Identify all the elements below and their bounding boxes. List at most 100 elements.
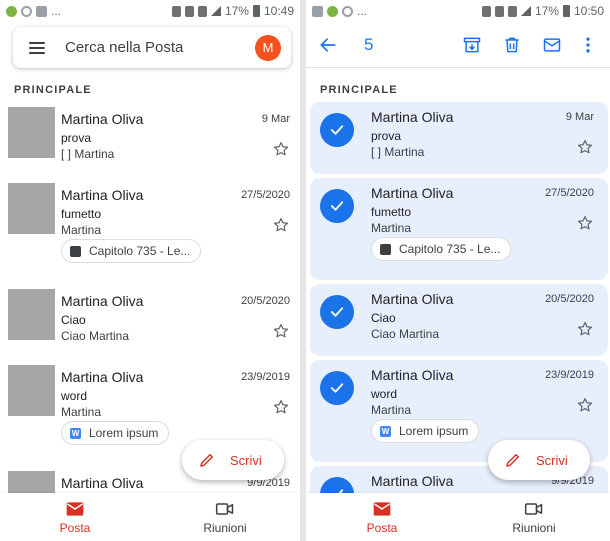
- more-vert-icon[interactable]: [578, 35, 598, 55]
- message-snippet: Ciao Martina: [371, 327, 440, 341]
- message-subject: word: [371, 387, 398, 401]
- battery-icon: [562, 5, 570, 17]
- wifi-icon: [507, 5, 517, 17]
- app-notification-icon: [327, 5, 338, 17]
- message-sender: Martina Oliva: [371, 367, 454, 383]
- message-sender: Martina Oliva: [61, 475, 144, 491]
- mute-icon: [494, 5, 504, 17]
- arrow-back-icon[interactable]: [318, 35, 338, 55]
- more-notifications-text: ...: [51, 4, 62, 18]
- menu-icon[interactable]: [29, 41, 45, 54]
- video-icon: [524, 502, 543, 515]
- clock: 10:49: [263, 4, 294, 18]
- trash-icon[interactable]: [502, 35, 522, 55]
- attachment-name: Lorem ipsum: [399, 424, 469, 438]
- nav-meet[interactable]: Riunioni: [458, 493, 610, 541]
- mail-icon[interactable]: [542, 35, 562, 55]
- clock: 10:50: [573, 4, 604, 18]
- selected-check[interactable]: [320, 371, 354, 405]
- file-icon: [380, 243, 391, 255]
- inbox-screen: ... 17% 10:49 Cerca nella Posta M PRINCI…: [0, 0, 300, 541]
- check-icon: [330, 125, 344, 135]
- word-doc-icon: W: [380, 425, 391, 437]
- sender-thumbnail[interactable]: [8, 183, 55, 234]
- compose-button[interactable]: Scrivi: [182, 440, 284, 480]
- app-notification-icon: [6, 5, 17, 17]
- selected-check[interactable]: [320, 295, 354, 329]
- search-input[interactable]: Cerca nella Posta: [65, 39, 255, 56]
- message-row-selected[interactable]: Martina Oliva 9 Mar prova [ ] Martina: [310, 102, 608, 174]
- bottom-navigation: Posta Riunioni: [306, 493, 610, 541]
- message-sender: Martina Oliva: [371, 473, 454, 489]
- message-snippet: Martina: [371, 403, 412, 417]
- section-label: PRINCIPALE: [14, 84, 92, 96]
- message-sender: Martina Oliva: [371, 291, 454, 307]
- star-outline-icon[interactable]: [576, 138, 594, 156]
- message-row[interactable]: Martina Oliva 27/5/2020 fumetto Martina …: [6, 180, 294, 282]
- star-outline-icon[interactable]: [272, 322, 290, 340]
- nav-mail[interactable]: Posta: [306, 493, 458, 541]
- nav-mail-label: Posta: [59, 520, 91, 535]
- message-sender: Martina Oliva: [371, 185, 454, 201]
- message-sender: Martina Oliva: [61, 369, 144, 385]
- selected-check[interactable]: [320, 189, 354, 223]
- message-row[interactable]: Martina Oliva 20/5/2020 Ciao Ciao Martin…: [6, 286, 294, 358]
- file-icon: [70, 245, 81, 257]
- message-snippet: Martina: [371, 221, 412, 235]
- attachment-chip[interactable]: W Lorem ipsum: [371, 419, 480, 443]
- archive-icon[interactable]: [462, 35, 482, 55]
- sync-icon: [342, 5, 353, 17]
- star-outline-icon[interactable]: [272, 216, 290, 234]
- nav-meet[interactable]: Riunioni: [150, 493, 300, 541]
- star-outline-icon[interactable]: [272, 140, 290, 158]
- selected-count: 5: [364, 34, 374, 54]
- battery-percent: 17%: [534, 4, 559, 18]
- mail-filled-icon: [373, 501, 391, 516]
- pencil-icon: [506, 454, 519, 467]
- star-outline-icon[interactable]: [576, 320, 594, 338]
- signal-icon: [520, 6, 531, 16]
- search-bar[interactable]: Cerca nella Posta M: [13, 27, 291, 68]
- message-row-selected[interactable]: Martina Oliva 27/5/2020 fumetto Martina …: [310, 178, 608, 280]
- avatar[interactable]: M: [255, 34, 281, 61]
- section-label: PRINCIPALE: [320, 84, 398, 96]
- nav-mail-label: Posta: [366, 520, 398, 535]
- message-subject: fumetto: [61, 207, 102, 221]
- attachment-chip[interactable]: Capitolo 735 - Le...: [61, 239, 202, 263]
- video-icon: [215, 502, 234, 515]
- compose-button[interactable]: Scrivi: [488, 440, 590, 480]
- star-outline-icon[interactable]: [272, 398, 290, 416]
- message-row-selected[interactable]: Martina Oliva 20/5/2020 Ciao Ciao Martin…: [310, 284, 608, 356]
- sender-thumbnail[interactable]: [8, 107, 55, 158]
- message-subject: word: [61, 389, 88, 403]
- nav-mail[interactable]: Posta: [0, 493, 150, 541]
- pencil-icon: [200, 454, 213, 467]
- mute-icon: [184, 5, 194, 17]
- message-subject: prova: [61, 131, 92, 145]
- mail-filled-icon: [66, 501, 84, 516]
- message-snippet: [ ] Martina: [371, 145, 425, 159]
- nfc-icon: [171, 5, 181, 17]
- star-outline-icon[interactable]: [576, 214, 594, 232]
- selected-check[interactable]: [320, 113, 354, 147]
- message-subject: Ciao: [371, 311, 396, 325]
- message-sender: Martina Oliva: [61, 111, 144, 127]
- sender-thumbnail[interactable]: [8, 289, 55, 340]
- attachment-chip[interactable]: Capitolo 735 - Le...: [371, 237, 512, 261]
- message-row[interactable]: Martina Oliva 9 Mar prova [ ] Martina: [6, 104, 294, 176]
- status-bar: ... 17% 10:50: [306, 0, 610, 22]
- message-snippet: Martina: [61, 405, 102, 419]
- message-snippet: Ciao Martina: [61, 329, 130, 343]
- message-sender: Martina Oliva: [61, 187, 144, 203]
- sender-thumbnail[interactable]: [8, 365, 55, 416]
- message-date: 27/5/2020: [241, 189, 290, 201]
- attachment-chip[interactable]: W Lorem ipsum: [61, 421, 170, 445]
- nav-meet-label: Riunioni: [203, 520, 247, 535]
- message-snippet: [ ] Martina: [61, 147, 115, 161]
- message-sender: Martina Oliva: [61, 293, 144, 309]
- battery-percent: 17%: [224, 4, 249, 18]
- check-icon: [330, 383, 344, 393]
- message-subject: prova: [371, 129, 402, 143]
- message-sender: Martina Oliva: [371, 109, 454, 125]
- star-outline-icon[interactable]: [576, 396, 594, 414]
